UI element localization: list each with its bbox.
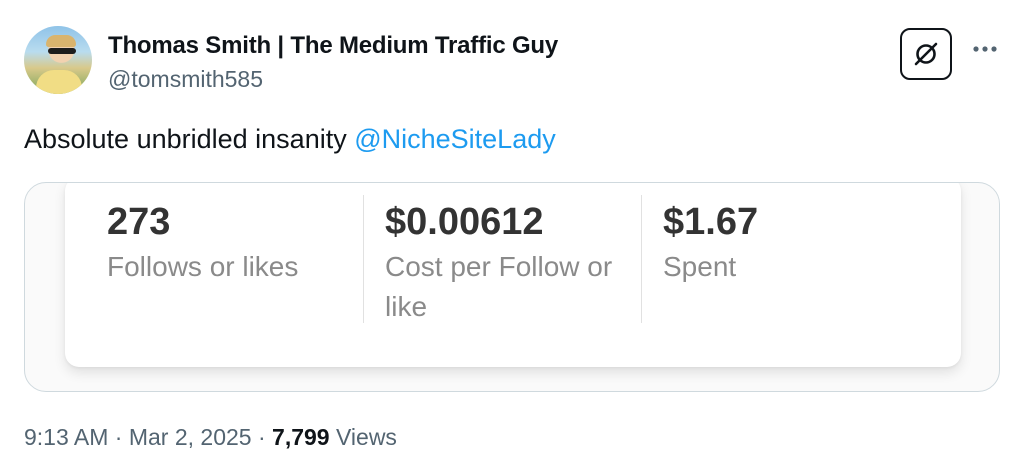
author-display-name[interactable]: Thomas Smith | The Medium Traffic Guy: [108, 32, 558, 60]
stat-value: $1.67: [663, 201, 759, 243]
stat-divider: [363, 195, 364, 323]
tweet-header: Thomas Smith | The Medium Traffic Guy @t…: [24, 26, 1000, 98]
stat-cost: $0.00612 Cost per Follow or like: [385, 183, 643, 327]
meta-separator: ·: [108, 424, 129, 450]
stat-label: Follows or likes: [107, 251, 299, 282]
meta-separator: ·: [251, 424, 273, 450]
avatar-sunglasses: [48, 48, 76, 54]
stat-follows: 273 Follows or likes: [107, 183, 357, 327]
author-handle[interactable]: @tomsmith585: [108, 66, 263, 93]
mention-link[interactable]: @NicheSiteLady: [354, 124, 556, 154]
stats-panel: 273 Follows or likes $0.00612 Cost per F…: [65, 183, 961, 367]
grok-button[interactable]: [900, 28, 952, 80]
tweet-meta: 9:13 AM · Mar 2, 2025 · 7,799 Views: [24, 424, 397, 451]
avatar[interactable]: [24, 26, 92, 94]
avatar-shirt: [36, 70, 82, 94]
views-count[interactable]: 7,799: [272, 424, 330, 450]
media-card[interactable]: 273 Follows or likes $0.00612 Cost per F…: [24, 182, 1000, 392]
tweet-time[interactable]: 9:13 AM: [24, 424, 108, 450]
stat-divider: [641, 195, 642, 323]
tweet-text-body: Absolute unbridled insanity: [24, 124, 355, 154]
stat-label: Spent: [663, 251, 737, 282]
tweet-text: Absolute unbridled insanity @NicheSiteLa…: [24, 124, 556, 155]
stat-value: 273: [107, 201, 171, 243]
views-label: Views: [329, 424, 397, 450]
stat-spent: $1.67 Spent: [663, 183, 883, 327]
stat-label: Cost per Follow or like: [385, 251, 613, 322]
more-options-button[interactable]: [970, 34, 1000, 64]
avatar-hair: [46, 35, 76, 47]
tweet-date[interactable]: Mar 2, 2025: [129, 424, 252, 450]
grok-slash-icon: [914, 42, 938, 66]
stat-value: $0.00612: [385, 201, 544, 243]
more-dots-icon: [973, 46, 997, 52]
